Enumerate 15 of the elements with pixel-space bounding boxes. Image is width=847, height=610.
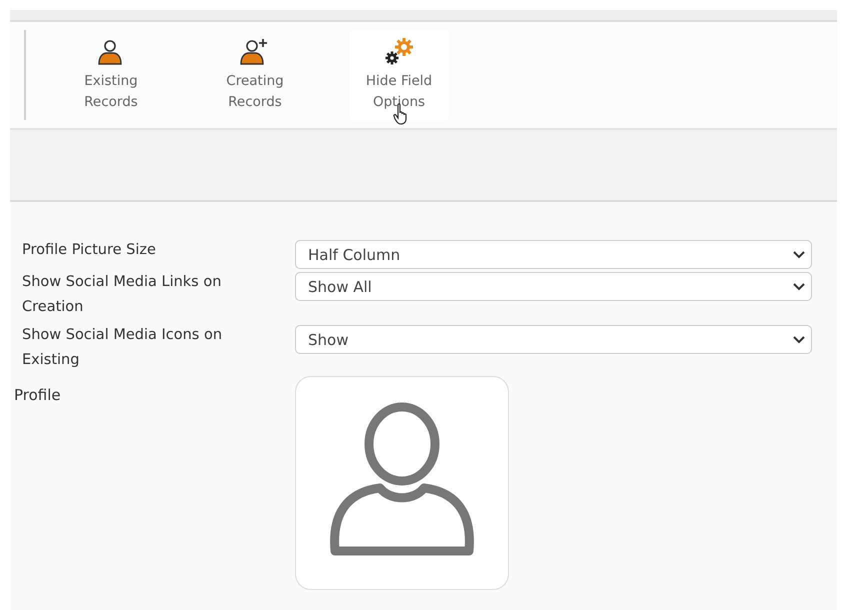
field-label: Show Social Media Links on Creation <box>22 273 222 317</box>
chevron-down-icon <box>793 336 805 344</box>
select-field[interactable]: Show All <box>295 272 812 301</box>
person-add-icon <box>240 37 270 67</box>
select-field[interactable]: Half Column <box>295 240 812 269</box>
profile-picture-placeholder[interactable] <box>295 376 509 590</box>
toolbar-button[interactable]: Creating Records <box>205 29 305 121</box>
chevron-down-icon <box>793 250 805 258</box>
field-label: Show Social Media Icons on Existing <box>22 326 224 370</box>
gears-icon <box>384 37 414 67</box>
chevron-down-icon <box>793 282 805 290</box>
toolbar-button[interactable]: Existing Records <box>61 29 161 121</box>
field-label: Profile <box>14 385 62 404</box>
select-field[interactable]: Show <box>295 325 812 354</box>
field-label: Profile Picture Size <box>22 241 157 260</box>
